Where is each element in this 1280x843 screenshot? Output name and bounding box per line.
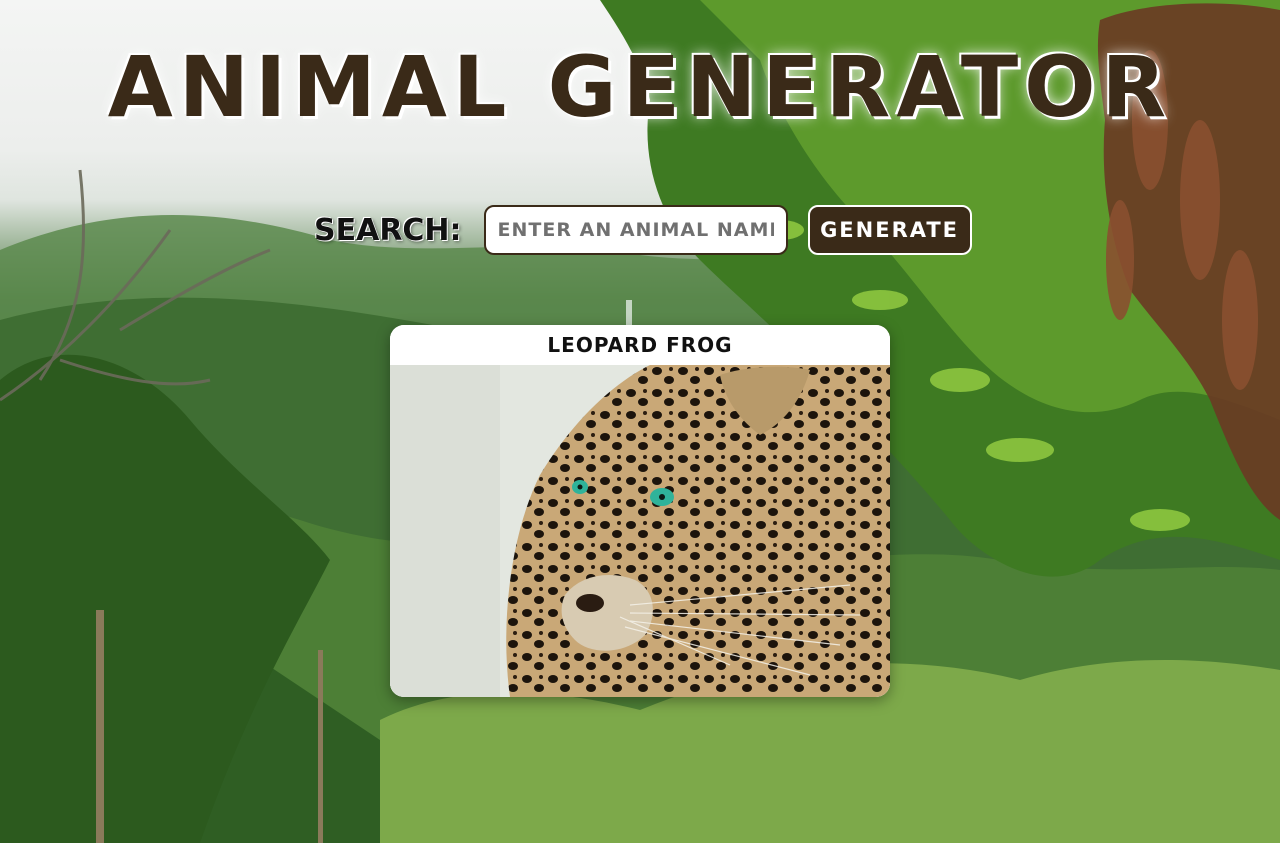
search-input[interactable] <box>483 205 788 255</box>
leopard-photo-icon <box>390 365 890 697</box>
animal-name: LEOPARD FROG <box>390 325 890 365</box>
animal-image <box>390 365 890 697</box>
page: ANIMAL GENERATOR SEARCH: GENERATE LEOPAR… <box>0 0 1280 843</box>
result-card: LEOPARD FROG <box>390 325 890 697</box>
search-bar: SEARCH: GENERATE <box>314 205 972 255</box>
page-title: ANIMAL GENERATOR <box>107 38 1173 136</box>
generate-button[interactable]: GENERATE <box>807 205 972 255</box>
search-label: SEARCH: <box>314 212 462 248</box>
